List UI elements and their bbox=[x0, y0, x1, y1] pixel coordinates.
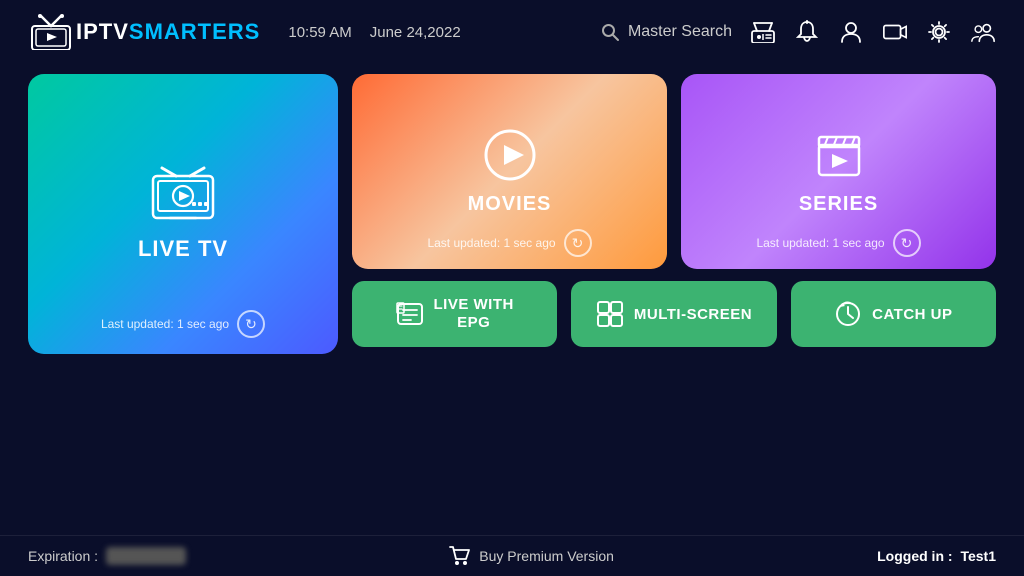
series-last-updated: Last updated: 1 sec ago ↻ bbox=[681, 229, 996, 257]
main-content: LIVE TV Last updated: 1 sec ago ↻ MOVIES… bbox=[0, 64, 1024, 364]
movies-icon bbox=[482, 127, 538, 183]
master-search[interactable]: Master Search bbox=[600, 22, 732, 42]
series-icon bbox=[811, 127, 867, 183]
catch-up-icon bbox=[834, 300, 862, 328]
logo-text: IPTVSMARTERS bbox=[76, 19, 260, 45]
notification-icon[interactable] bbox=[794, 19, 820, 45]
cards-row: LIVE TV Last updated: 1 sec ago ↻ MOVIES… bbox=[28, 74, 996, 354]
header: IPTVSMARTERS 10:59 AM June 24,2022 Maste… bbox=[0, 0, 1024, 64]
catch-up-label: CATCH UP bbox=[872, 306, 952, 323]
buy-premium-button[interactable]: Buy Premium Version bbox=[186, 546, 877, 566]
right-top-row: MOVIES Last updated: 1 sec ago ↻ bbox=[352, 74, 996, 269]
movies-refresh[interactable]: ↻ bbox=[564, 229, 592, 257]
right-cards: MOVIES Last updated: 1 sec ago ↻ bbox=[352, 74, 996, 354]
settings-icon[interactable] bbox=[926, 19, 952, 45]
live-tv-title: LIVE TV bbox=[138, 236, 228, 262]
search-label: Master Search bbox=[628, 23, 732, 41]
logged-in-user: Test1 bbox=[960, 548, 996, 564]
radio-icon[interactable] bbox=[750, 19, 776, 45]
logo: IPTVSMARTERS bbox=[28, 14, 260, 50]
profile-icon[interactable] bbox=[970, 19, 996, 45]
series-refresh[interactable]: ↻ bbox=[893, 229, 921, 257]
header-icons bbox=[750, 19, 996, 45]
search-icon bbox=[600, 22, 620, 42]
live-with-epg-label: LIVE WITH EPG bbox=[434, 296, 514, 332]
cart-icon bbox=[449, 546, 471, 566]
movies-card[interactable]: MOVIES Last updated: 1 sec ago ↻ bbox=[352, 74, 667, 269]
expiry-value bbox=[106, 547, 186, 565]
movies-last-updated: Last updated: 1 sec ago ↻ bbox=[352, 229, 667, 257]
bottom-buttons-row: LIVE WITH EPG MULTI-SCREEN bbox=[352, 281, 996, 347]
logged-in-label: Logged in : bbox=[877, 548, 952, 564]
expiry-section: Expiration : bbox=[28, 547, 186, 565]
header-time: 10:59 AM bbox=[288, 24, 351, 41]
live-tv-refresh[interactable]: ↻ bbox=[237, 310, 265, 338]
live-tv-card[interactable]: LIVE TV Last updated: 1 sec ago ↻ bbox=[28, 74, 338, 354]
footer: Expiration : Buy Premium Version Logged … bbox=[0, 535, 1024, 576]
multi-screen-button[interactable]: MULTI-SCREEN bbox=[571, 281, 776, 347]
live-tv-icon bbox=[148, 166, 218, 226]
movies-title: MOVIES bbox=[468, 193, 552, 216]
logo-icon bbox=[28, 14, 74, 50]
series-card[interactable]: SERIES Last updated: 1 sec ago ↻ bbox=[681, 74, 996, 269]
live-tv-last-updated: Last updated: 1 sec ago ↻ bbox=[28, 310, 338, 338]
epg-icon bbox=[396, 300, 424, 328]
live-with-epg-button[interactable]: LIVE WITH EPG bbox=[352, 281, 557, 347]
logged-in-section: Logged in : Test1 bbox=[877, 548, 996, 564]
buy-premium-label: Buy Premium Version bbox=[479, 548, 614, 564]
multi-screen-label: MULTI-SCREEN bbox=[634, 306, 752, 323]
expiration-label: Expiration : bbox=[28, 548, 98, 564]
user-icon[interactable] bbox=[838, 19, 864, 45]
catch-up-button[interactable]: CATCH UP bbox=[791, 281, 996, 347]
record-icon[interactable] bbox=[882, 19, 908, 45]
multi-screen-icon bbox=[596, 300, 624, 328]
series-title: SERIES bbox=[799, 193, 878, 216]
header-date: June 24,2022 bbox=[370, 24, 461, 41]
